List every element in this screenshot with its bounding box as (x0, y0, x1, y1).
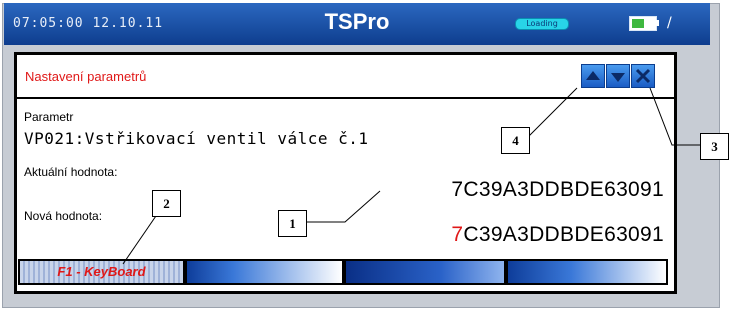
callout-1: 1 (278, 210, 307, 237)
callout-leaders (122, 87, 704, 265)
callout-2: 2 (152, 190, 181, 217)
callout-3: 3 (700, 133, 729, 160)
callout-4: 4 (501, 127, 530, 154)
